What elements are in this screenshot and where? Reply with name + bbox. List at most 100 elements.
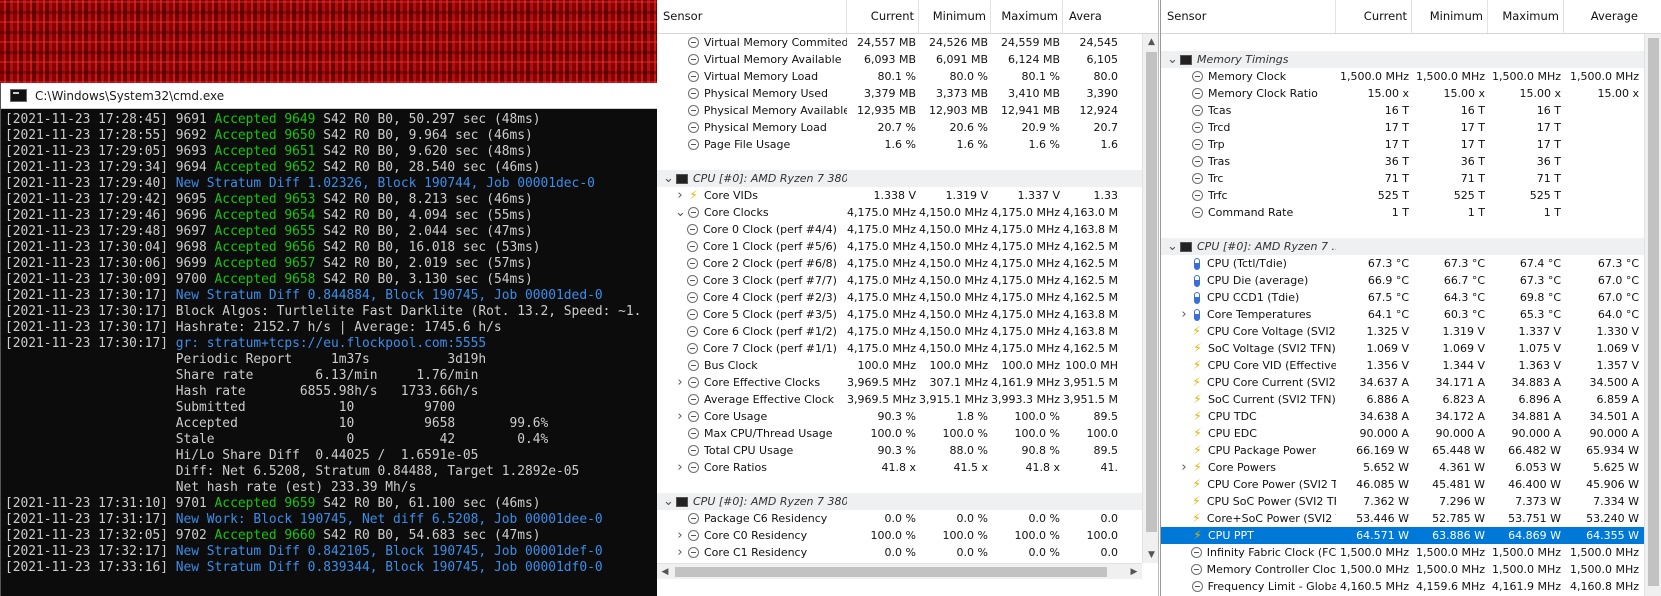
sensor-row[interactable]: Core 7 Clock (perf #1/1) 4,175.0 MHz 4,150… bbox=[657, 340, 1158, 357]
scroll-up-icon[interactable]: ▲ bbox=[1143, 34, 1158, 50]
sensor-row[interactable]: Core 4 Clock (perf #2/3) 4,175.0 MHz 4,150… bbox=[657, 289, 1158, 306]
sensor-row[interactable]: Virtual Memory Commited 24,557 MB 24,526 M… bbox=[657, 34, 1158, 51]
sensor-row[interactable]: Package C6 Residency 0.0 % 0.0 % 0.0 % 0.0 bbox=[657, 510, 1158, 527]
sensor-row[interactable]: Tras 36 T 36 T 36 T bbox=[1161, 153, 1661, 170]
scroll-left-icon[interactable]: ◀ bbox=[657, 564, 673, 580]
sensor-row[interactable]: Memory Clock Ratio 15.00 x 15.00 x 15.00 x 1… bbox=[1161, 85, 1661, 102]
sensor-group-row[interactable]: ⌄ Memory Timings bbox=[1161, 51, 1661, 68]
sensor-row[interactable]: ⌄ Core Clocks 4,175.0 MHz 4,150.0 MHz 4,175.… bbox=[657, 204, 1158, 221]
chevron-right-icon[interactable]: › bbox=[675, 460, 685, 475]
sensor-panel-left[interactable]: Sensor Current Minimum Maximum Avera Vir… bbox=[657, 0, 1159, 596]
sensor-row[interactable]: Core 2 Clock (perf #6/8) 4,175.0 MHz 4,150… bbox=[657, 255, 1158, 272]
sensor-panel-right[interactable]: Sensor Current Minimum Maximum Average ⌄… bbox=[1160, 0, 1661, 596]
sensor-row[interactable]: ⚡ SoC Current (SVI2 TFN) 6.886 A 6.823 A 6.8… bbox=[1161, 391, 1661, 408]
sensor-row[interactable]: Max CPU/Thread Usage 100.0 % 100.0 % 100.0 … bbox=[657, 425, 1158, 442]
sensor-row[interactable]: ⚡ SoC Voltage (SVI2 TFN) 1.069 V 1.069 V 1.0… bbox=[1161, 340, 1661, 357]
sensor-row[interactable]: ⚡ CPU Core VID (Effective) 1.356 V 1.344 V 1… bbox=[1161, 357, 1661, 374]
sensor-row[interactable]: ⚡ CPU Core Power (SVI2 T... 46.085 W 45.481… bbox=[1161, 476, 1661, 493]
sensor-row[interactable]: Core 1 Clock (perf #5/6) 4,175.0 MHz 4,150… bbox=[657, 238, 1158, 255]
sensor-row[interactable]: ⚡ Core+SoC Power (SVI2 T... 53.446 W 52.785… bbox=[1161, 510, 1661, 527]
sensor-row[interactable]: Physical Memory Available 12,935 MB 12,903… bbox=[657, 102, 1158, 119]
scroll-down-icon[interactable]: ▼ bbox=[1143, 547, 1158, 563]
column-header-minimum[interactable]: Minimum bbox=[1412, 0, 1488, 33]
column-header-current[interactable]: Current bbox=[847, 0, 919, 33]
sensor-row[interactable]: ⚡ CPU Core Current (SVI2 ... 34.637 A 34.17… bbox=[1161, 374, 1661, 391]
sensor-row[interactable]: Trp 17 T 17 T 17 T bbox=[1161, 136, 1661, 153]
sensor-row[interactable]: Physical Memory Used 3,379 MB 3,373 MB 3,41… bbox=[657, 85, 1158, 102]
chevron-right-icon[interactable]: › bbox=[675, 188, 685, 203]
value-maximum: 4,175.0 MHz bbox=[991, 240, 1061, 253]
sensor-row[interactable]: CPU (Tctl/Tdie) 67.3 °C 67.3 °C 67.4 °C 67.3… bbox=[1161, 255, 1661, 272]
sensor-row[interactable]: › ⚡ Core Powers 5.652 W 4.361 W 6.053 W 5.625 … bbox=[1161, 459, 1661, 476]
sensor-row[interactable]: › Core C0 Residency 100.0 % 100.0 % 100.0 % 1… bbox=[657, 527, 1158, 544]
sensor-row[interactable]: Memory Controller Clock ...1,500.0 MHz1,… bbox=[1161, 561, 1661, 578]
sensor-row[interactable]: › Core Effective Clocks 3,969.5 MHz 307.1 M… bbox=[657, 374, 1158, 391]
sensor-row[interactable]: Physical Memory Load 20.7 % 20.6 % 20.9 % 20… bbox=[657, 119, 1158, 136]
column-header-sensor[interactable]: Sensor bbox=[1161, 0, 1336, 33]
column-header-maximum[interactable]: Maximum bbox=[1488, 0, 1564, 33]
column-header-maximum[interactable]: Maximum bbox=[991, 0, 1063, 33]
scroll-right-icon[interactable]: ▶ bbox=[1126, 564, 1142, 580]
vertical-scrollbar[interactable]: ▲ ▼ bbox=[1142, 34, 1158, 563]
sensor-row[interactable]: ⚡ CPU TDC 34.638 A 34.172 A 34.881 A 34.501 A bbox=[1161, 408, 1661, 425]
chevron-right-icon[interactable]: › bbox=[675, 528, 685, 543]
sensor-name-cell: Max CPU/Thread Usage bbox=[657, 427, 847, 440]
sensor-row[interactable]: Core 5 Clock (perf #3/5) 4,175.0 MHz 4,150… bbox=[657, 306, 1158, 323]
chevron-right-icon[interactable]: › bbox=[1179, 307, 1189, 322]
column-header-sensor[interactable]: Sensor bbox=[657, 0, 847, 33]
sensor-row[interactable]: Tcas 16 T 16 T 16 T bbox=[1161, 102, 1661, 119]
sensor-row[interactable]: CPU CCD1 (Tdie) 67.5 °C 64.3 °C 69.8 °C 67.0… bbox=[1161, 289, 1661, 306]
column-header-average[interactable]: Avera bbox=[1063, 0, 1142, 33]
chevron-down-icon[interactable]: ⌄ bbox=[1167, 239, 1178, 254]
column-header-current[interactable]: Current bbox=[1336, 0, 1412, 33]
sensor-row[interactable]: ⚡ CPU Package Power 66.169 W 65.448 W 66.482… bbox=[1161, 442, 1661, 459]
scrollbar-thumb[interactable] bbox=[1146, 52, 1157, 532]
sensor-row[interactable]: ⚡ CPU Core Voltage (SVI2 ... 1.325 V 1.319 … bbox=[1161, 323, 1661, 340]
scrollbar-thumb[interactable] bbox=[1648, 38, 1659, 586]
sensor-row[interactable]: Trcd 17 T 17 T 17 T bbox=[1161, 119, 1661, 136]
vertical-scrollbar[interactable] bbox=[1644, 34, 1661, 596]
column-header-minimum[interactable]: Minimum bbox=[919, 0, 991, 33]
chevron-down-icon[interactable]: ⌄ bbox=[675, 205, 686, 220]
sensor-row[interactable]: › Core Usage 90.3 % 1.8 % 100.0 % 89.5 bbox=[657, 408, 1158, 425]
sensor-group-row[interactable]: ⌄ CPU [#0]: AMD Ryzen 7 3800... bbox=[657, 493, 1158, 510]
chevron-down-icon[interactable]: ⌄ bbox=[1167, 52, 1178, 67]
sensor-row[interactable]: Average Effective Clock 3,969.5 MHz 3,915.… bbox=[657, 391, 1158, 408]
sensor-row[interactable]: ⚡ CPU SoC Power (SVI2 TFN) 7.362 W 7.296 W 7… bbox=[1161, 493, 1661, 510]
sensor-row[interactable]: Frequency Limit - Global 4,160.5 MHz 4,159… bbox=[1161, 578, 1661, 595]
chevron-down-icon[interactable]: ⌄ bbox=[663, 171, 674, 186]
sensor-row[interactable]: Trc 71 T 71 T 71 T bbox=[1161, 170, 1661, 187]
sensor-row[interactable]: Memory Clock 1,500.0 MHz 1,500.0 MHz 1,500.… bbox=[1161, 68, 1661, 85]
chevron-right-icon[interactable]: › bbox=[675, 409, 685, 424]
sensor-row[interactable]: Core 3 Clock (perf #7/7) 4,175.0 MHz 4,150… bbox=[657, 272, 1158, 289]
sensor-row[interactable]: CPU Die (average) 66.9 °C 66.7 °C 67.3 °C 67… bbox=[1161, 272, 1661, 289]
sensor-row[interactable]: Total CPU Usage 90.3 % 88.0 % 90.8 % 89.5 bbox=[657, 442, 1158, 459]
sensor-row[interactable]: Virtual Memory Load 80.1 % 80.0 % 80.1 % 80.… bbox=[657, 68, 1158, 85]
chevron-down-icon[interactable]: ⌄ bbox=[663, 494, 674, 509]
sensor-row[interactable]: Bus Clock 100.0 MHz 100.0 MHz 100.0 MHz 100.… bbox=[657, 357, 1158, 374]
column-header-average[interactable]: Average bbox=[1564, 0, 1642, 33]
sensor-group-row[interactable]: ⌄ CPU [#0]: AMD Ryzen 7 3800X bbox=[657, 170, 1158, 187]
horizontal-scrollbar[interactable]: ◀ ▶ bbox=[657, 563, 1142, 579]
chevron-right-icon[interactable]: › bbox=[1179, 460, 1189, 475]
sensor-row[interactable]: ⚡ CPU EDC 90.000 A 90.000 A 90.000 A 90.000 A bbox=[1161, 425, 1661, 442]
sensor-row[interactable]: Command Rate 1 T 1 T 1 T bbox=[1161, 204, 1661, 221]
sensor-row[interactable]: Infinity Fabric Clock (FCLK)1,500.0 MHz1… bbox=[1161, 544, 1661, 561]
chevron-right-icon[interactable]: › bbox=[675, 375, 685, 390]
scrollbar-thumb[interactable] bbox=[675, 567, 1107, 577]
console-output[interactable]: [2021-11-23 17:28:45] 9691 Accepted 9649… bbox=[1, 109, 657, 596]
sensor-row[interactable]: Virtual Memory Available 6,093 MB 6,091 MB… bbox=[657, 51, 1158, 68]
cmd-titlebar[interactable]: C:\Windows\System32\cmd.exe bbox=[1, 83, 657, 109]
sensor-row[interactable]: › Core Temperatures 64.1 °C 60.3 °C 65.3 °C 6… bbox=[1161, 306, 1661, 323]
sensor-row[interactable]: Core 6 Clock (perf #1/2) 4,175.0 MHz 4,150… bbox=[657, 323, 1158, 340]
sensor-row[interactable]: Core 0 Clock (perf #4/4) 4,175.0 MHz 4,150… bbox=[657, 221, 1158, 238]
sensor-row[interactable]: › Core C1 Residency 0.0 % 0.0 % 0.0 % 0.0 bbox=[657, 544, 1158, 561]
chevron-right-icon[interactable]: › bbox=[675, 545, 685, 560]
sensor-row[interactable]: › Core Ratios 41.8 x 41.5 x 41.8 x 41. bbox=[657, 459, 1158, 476]
sensor-group-row[interactable]: ⌄ CPU [#0]: AMD Ryzen 7 ... bbox=[1161, 238, 1661, 255]
sensor-row[interactable]: Page File Usage 1.6 % 1.6 % 1.6 % 1.6 bbox=[657, 136, 1158, 153]
cmd-window[interactable]: C:\Windows\System32\cmd.exe [2021-11-23 … bbox=[0, 83, 657, 596]
sensor-row[interactable]: › ⚡ Core VIDs 1.338 V 1.319 V 1.337 V 1.33 bbox=[657, 187, 1158, 204]
sensor-row[interactable]: ⚡ CPU PPT 64.571 W 63.886 W 64.869 W 64.355 W bbox=[1161, 527, 1661, 544]
sensor-row[interactable]: Trfc 525 T 525 T 525 T bbox=[1161, 187, 1661, 204]
